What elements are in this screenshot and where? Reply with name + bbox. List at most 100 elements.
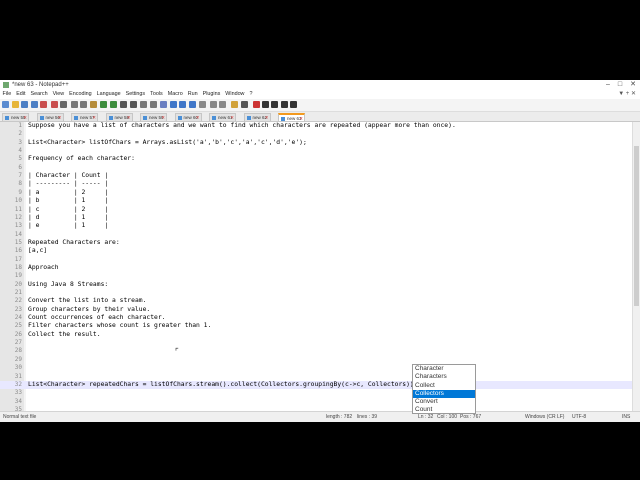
editor-line[interactable]: 14 [0, 231, 632, 239]
close-file-icon[interactable] [40, 101, 48, 108]
tab-close-icon[interactable]: ✕ [265, 114, 269, 121]
tab-close-icon[interactable]: ✕ [299, 115, 303, 122]
vertical-scrollbar-thumb[interactable] [634, 146, 639, 306]
open-file-icon[interactable] [11, 101, 19, 108]
editor-line[interactable]: 32 List<Character> repeatedChars = listOf… [0, 380, 632, 390]
menu-bar-controls-icon[interactable]: ▼ + ✕ [618, 90, 636, 99]
menu-item-search[interactable]: Search [28, 90, 50, 99]
autocomplete-option[interactable]: Collect [413, 382, 475, 390]
editor-line[interactable]: 26 Collect the result. [0, 331, 632, 339]
tab-close-icon[interactable]: ✕ [230, 114, 234, 121]
editor-line[interactable]: 11 | c | 2 | [0, 206, 632, 214]
menu-item-file[interactable]: File [0, 90, 14, 99]
editor-line[interactable]: 18 Approach [0, 264, 632, 272]
editor-line[interactable]: 30 [0, 364, 632, 372]
save-macro-icon[interactable] [290, 101, 298, 108]
paste-icon[interactable] [89, 101, 97, 108]
menu-item-encoding[interactable]: Encoding [67, 90, 94, 99]
maximize-icon[interactable]: □ [618, 80, 622, 90]
run-macro-multiple-icon[interactable] [280, 101, 288, 108]
editor-line[interactable]: 3 List<Character> listOfChars = Arrays.as… [0, 139, 632, 147]
menu-item-language[interactable]: Language [94, 90, 123, 99]
save-icon[interactable] [21, 101, 29, 108]
folder-workspace-icon[interactable] [231, 101, 239, 108]
tab-new-59[interactable]: new 59 ✕ [140, 113, 167, 121]
cut-icon[interactable] [70, 101, 78, 108]
stop-record-icon[interactable] [261, 101, 269, 108]
show-all-chars-icon[interactable] [179, 101, 187, 108]
language-icon[interactable] [199, 101, 207, 108]
autocomplete-option[interactable]: Characters [413, 373, 475, 381]
zoom-out-icon[interactable] [149, 101, 157, 108]
editor-line[interactable]: 10 | b | 1 | [0, 197, 632, 205]
monitoring-icon[interactable] [240, 101, 248, 108]
editor-line[interactable]: 24 Count occurrences of each character. [0, 314, 632, 322]
editor-line[interactable]: 28 [0, 347, 632, 355]
autocomplete-option[interactable]: Convert [413, 398, 475, 406]
tab-new-57[interactable]: new 57 ✕ [71, 113, 98, 121]
editor-line[interactable]: 4 [0, 147, 632, 155]
doc-map-icon[interactable] [210, 101, 218, 108]
tab-close-icon[interactable]: ✕ [127, 114, 131, 121]
tab-new-56[interactable]: new 56 ✕ [36, 113, 64, 121]
menu-item-edit[interactable]: Edit [14, 90, 28, 99]
tab-new-58[interactable]: new 58 ✕ [105, 113, 133, 121]
editor-line[interactable]: 1 Suppose you have a list of characters a… [0, 122, 632, 130]
close-all-icon[interactable] [50, 101, 58, 108]
autocomplete-popup[interactable]: Character Characters Collect Collectors Conv… [412, 364, 476, 414]
tab-close-icon[interactable]: ✕ [196, 114, 200, 121]
copy-icon[interactable] [80, 101, 88, 108]
menu-item-tools[interactable]: Tools [148, 90, 166, 99]
record-macro-icon[interactable] [252, 101, 260, 108]
editor-line[interactable]: 22 Convert the list into a stream. [0, 297, 632, 305]
editor-line[interactable]: 33 [0, 389, 632, 397]
tab-close-icon[interactable]: ✕ [161, 114, 165, 121]
editor-line[interactable]: 19 [0, 272, 632, 280]
vertical-scrollbar[interactable] [632, 122, 640, 411]
tab-new-62[interactable]: new 62 ✕ [243, 113, 271, 121]
menu-item-settings[interactable]: Settings [123, 90, 147, 99]
undo-icon[interactable] [100, 101, 108, 108]
menu-item-macro[interactable]: Macro [165, 90, 185, 99]
editor-line[interactable]: 16 [a,c] [0, 247, 632, 255]
playback-macro-icon[interactable] [271, 101, 279, 108]
editor-line[interactable]: 5 Frequency of each character: [0, 155, 632, 163]
editor-line[interactable]: 6 [0, 164, 632, 172]
menu-item-help[interactable]: ? [247, 90, 255, 99]
editor-line[interactable]: 27 [0, 339, 632, 347]
autocomplete-option[interactable]: Collectors [413, 389, 475, 399]
tab-new-63[interactable]: new 63 ✕ [278, 113, 305, 121]
zoom-in-icon[interactable] [140, 101, 148, 108]
menu-item-run[interactable]: Run [185, 90, 200, 99]
editor-line[interactable]: 31 [0, 373, 632, 381]
tab-new-60[interactable]: new 60 ✕ [174, 113, 202, 121]
editor-line[interactable]: 15 Repeated Characters are: [0, 239, 632, 247]
tab-close-icon[interactable]: ✕ [92, 114, 96, 121]
editor-line[interactable]: 2 [0, 130, 632, 138]
tab-close-icon[interactable]: ✕ [58, 114, 62, 121]
replace-icon[interactable] [129, 101, 137, 108]
editor-line[interactable]: 21 [0, 289, 632, 297]
editor-line[interactable]: 17 [0, 256, 632, 264]
close-icon[interactable]: ✕ [630, 80, 636, 90]
autocomplete-option[interactable]: Character [413, 365, 475, 373]
menu-item-window[interactable]: Window [223, 90, 247, 99]
editor-line[interactable]: 9 | a | 2 | [0, 189, 632, 197]
editor-area[interactable]: 1 Suppose you have a list of characters a… [0, 122, 640, 421]
menu-item-plugins[interactable]: Plugins [200, 90, 223, 99]
editor-line[interactable]: 13 | e | 1 | [0, 222, 632, 230]
find-icon[interactable] [120, 101, 128, 108]
editor-line[interactable]: 7 | Character | Count | [0, 172, 632, 180]
tab-new-55[interactable]: new 55 ✕ [2, 113, 29, 121]
sync-scroll-icon[interactable] [160, 101, 168, 108]
editor-line[interactable]: 23 Group characters by their value. [0, 306, 632, 314]
new-file-icon[interactable] [2, 101, 10, 108]
minimize-icon[interactable]: – [606, 80, 610, 90]
word-wrap-icon[interactable] [169, 101, 177, 108]
tab-close-icon[interactable]: ✕ [23, 114, 27, 121]
print-icon[interactable] [60, 101, 68, 108]
editor-line[interactable]: 20 Using Java 8 Streams: [0, 281, 632, 289]
editor-line[interactable]: 12 | d | 1 | [0, 214, 632, 222]
redo-icon[interactable] [109, 101, 117, 108]
editor-line[interactable]: 8 | --------- | ----- | [0, 180, 632, 188]
